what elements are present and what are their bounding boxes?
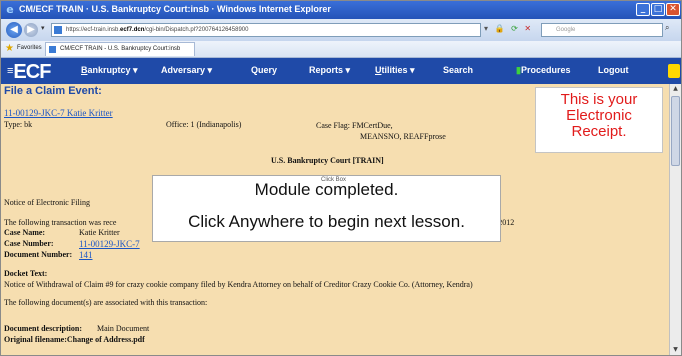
- dropdown-icon[interactable]: ▾: [484, 24, 488, 33]
- document-description-value: Main Document: [97, 324, 150, 333]
- menu-adversary[interactable]: Adversary ▾: [161, 65, 212, 76]
- forward-arrow-icon[interactable]: ▶: [24, 23, 38, 37]
- menu-procedures[interactable]: ▮Procedures: [516, 65, 570, 76]
- url-suffix: /cgi-bin/Dispatch.pl?200764126458900: [144, 27, 249, 33]
- window-title: CM/ECF TRAIN · U.S. Bankruptcy Court:ins…: [19, 4, 331, 14]
- help-icon[interactable]: [668, 64, 680, 78]
- maximize-button[interactable]: □: [651, 3, 665, 16]
- receipt-line1: This is your: [560, 91, 638, 108]
- address-toolbar: ◀ ▶ ▾ https://ecf-train.insb.ecf7.dcn/cg…: [1, 19, 681, 41]
- address-input[interactable]: https://ecf-train.insb.ecf7.dcn/cgi-bin/…: [51, 23, 481, 37]
- menu-search[interactable]: Search: [443, 65, 473, 75]
- original-filename: Original filename:Change of Address.pdf: [4, 335, 145, 344]
- dialog-title: Module completed.: [254, 180, 399, 199]
- title-bar: e CM/ECF TRAIN · U.S. Bankruptcy Court:i…: [1, 1, 681, 19]
- scroll-up-icon[interactable]: ▲: [671, 85, 680, 95]
- case-type: Type: bk: [4, 120, 33, 129]
- module-complete-dialog[interactable]: Click Box Module completed. Click Anywhe…: [152, 175, 501, 242]
- document-number-label: Document Number:: [4, 250, 73, 259]
- ecf-logo: ≡ECF: [7, 61, 51, 84]
- court-name: U.S. Bankruptcy Court [TRAIN]: [271, 156, 384, 165]
- search-input[interactable]: Google: [541, 23, 663, 37]
- menu-query[interactable]: Query: [251, 65, 277, 75]
- case-link[interactable]: 11-00129-JKC-7 Katie Kritter: [4, 108, 113, 118]
- scroll-down-icon[interactable]: ▼: [671, 346, 680, 355]
- favorites-label[interactable]: Favorites: [17, 45, 42, 51]
- menu-bankruptcy[interactable]: Bankruptcy ▾: [81, 65, 138, 76]
- vertical-scrollbar[interactable]: ▲ ▼: [669, 84, 681, 355]
- history-dropdown-icon[interactable]: ▾: [41, 24, 45, 32]
- scroll-thumb[interactable]: [671, 96, 680, 166]
- ecf-menu-bar: ≡ECF Bankruptcy ▾ Adversary ▾ Query Repo…: [1, 58, 681, 84]
- url-domain: ecf7.dcn: [120, 27, 145, 33]
- address-actions: ▾ 🔒 ⟳ ✕: [484, 24, 535, 33]
- browser-window: e CM/ECF TRAIN · U.S. Bankruptcy Court:i…: [0, 0, 682, 356]
- favorites-star-icon[interactable]: ★: [5, 43, 14, 54]
- browser-tab[interactable]: CM/ECF TRAIN - U.S. Bankruptcy Court:ins…: [45, 42, 195, 56]
- logo-prefix-icon: ≡: [7, 65, 14, 77]
- minimize-button[interactable]: _: [636, 3, 650, 16]
- document-description-label: Document description:: [4, 324, 82, 333]
- case-flag-line2: MEANSNO, REAFFprose: [360, 132, 446, 141]
- tab-page-icon: [49, 46, 56, 53]
- case-number-label: Case Number:: [4, 239, 54, 248]
- back-arrow-icon[interactable]: ◀: [6, 22, 22, 38]
- document-number-link[interactable]: 141: [79, 250, 93, 260]
- menu-utilities[interactable]: Utilities ▾: [375, 65, 415, 76]
- lock-icon[interactable]: 🔒: [495, 24, 505, 33]
- case-flag: Case Flag: FMCertDue, MEANSNO, REAFFpros…: [316, 120, 446, 142]
- tab-title: CM/ECF TRAIN - U.S. Bankruptcy Court:ins…: [60, 46, 181, 52]
- ie-logo-icon: e: [6, 3, 14, 16]
- page-icon: [54, 26, 62, 34]
- case-number-link[interactable]: 11-00129-JKC-7: [79, 239, 140, 249]
- logo-text: ECF: [13, 61, 51, 83]
- transaction-text: The following transaction was rece: [4, 218, 117, 227]
- page-content: File a Claim Event: 11-00129-JKC-7 Katie…: [1, 84, 669, 355]
- docket-text-label: Docket Text:: [4, 269, 48, 278]
- case-flag-line1: Case Flag: FMCertDue,: [316, 121, 393, 130]
- case-name-label: Case Name:: [4, 228, 46, 237]
- associated-documents-text: The following document(s) are associated…: [4, 298, 208, 307]
- receipt-line3: Receipt.: [571, 123, 627, 140]
- dialog-message: Click Anywhere to begin next lesson.: [188, 212, 465, 231]
- receipt-callout: This is your Electronic Receipt.: [535, 87, 663, 153]
- docket-text: Notice of Withdrawal of Claim #9 for cra…: [4, 280, 473, 289]
- url-prefix: https://ecf-train.insb.: [66, 27, 121, 33]
- case-name-value: Katie Kritter: [79, 228, 120, 237]
- favorites-bar: ★ Favorites CM/ECF TRAIN - U.S. Bankrupt…: [1, 41, 681, 58]
- close-button[interactable]: ✕: [666, 3, 680, 16]
- search-icon[interactable]: ⌕: [665, 23, 669, 33]
- refresh-icon[interactable]: ⟳: [511, 24, 518, 33]
- receipt-line2: Electronic: [566, 107, 632, 124]
- case-office: Office: 1 (Indianapolis): [166, 120, 242, 129]
- menu-reports[interactable]: Reports ▾: [309, 65, 350, 76]
- notice-title: Notice of Electronic Filing: [4, 198, 90, 207]
- menu-logout[interactable]: Logout: [598, 65, 629, 75]
- page-title: File a Claim Event:: [4, 85, 102, 97]
- stop-icon[interactable]: ✕: [524, 24, 531, 33]
